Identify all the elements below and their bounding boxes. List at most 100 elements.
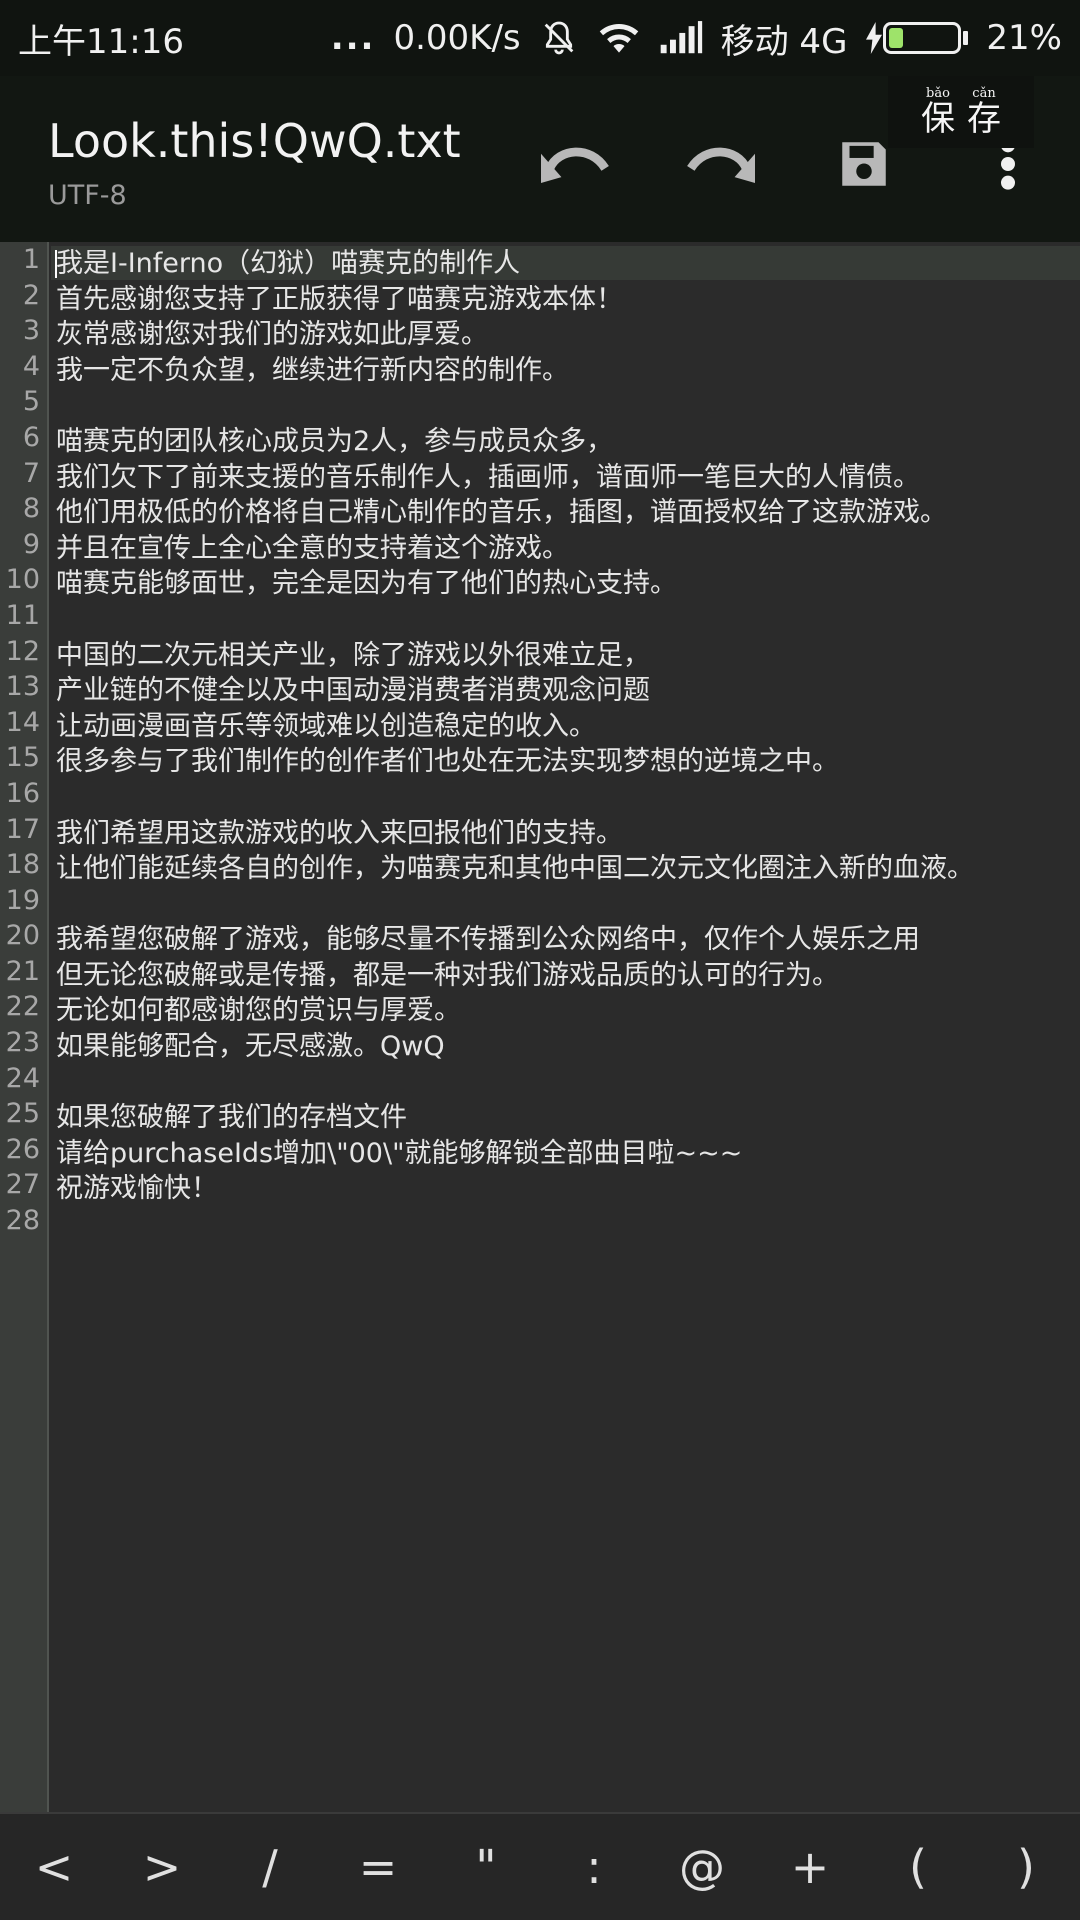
text-caret	[55, 250, 57, 278]
editor-line[interactable]	[56, 388, 1076, 424]
editor-line[interactable]: 喵赛克能够面世，完全是因为有了他们的热心支持。	[56, 566, 1076, 602]
line-number-gutter: 1 2 3 4 5 6 7 8 9 10 11 12 13 14 15 16 17 18 19 20 21 22 23 24 2…	[0, 242, 49, 1812]
battery-fill	[889, 28, 904, 48]
symbol-key[interactable]: =	[324, 1840, 432, 1894]
line-number: 19	[5, 884, 40, 916]
editor-line[interactable]	[56, 780, 1076, 816]
symbol-key[interactable]: (	[864, 1840, 972, 1894]
editor-line[interactable]: 首先感谢您支持了正版获得了喵赛克游戏本体！	[56, 282, 1076, 318]
status-indicators: ... 0.00K/s 移动 4G 21%	[331, 14, 1062, 63]
editor-line[interactable]: 如果能够配合，无尽感激。QwQ	[56, 1029, 1076, 1065]
editor-line[interactable]: 祝游戏愉快！	[56, 1171, 1076, 1207]
line-number: 13	[5, 671, 40, 703]
battery-cap	[963, 31, 969, 45]
line-number: 25	[5, 1098, 40, 1130]
editor-line[interactable]: 我希望您破解了游戏，能够尽量不传播到公众网络中，仅作个人娱乐之用	[56, 922, 1076, 958]
ime-candidate[interactable]: cǎn 存	[967, 87, 1001, 139]
symbol-key[interactable]: @	[648, 1840, 756, 1894]
line-number: 9	[22, 528, 40, 560]
editor-line[interactable]: 中国的二次元相关产业，除了游戏以外很难立足，	[56, 638, 1076, 674]
network-speed: 0.00K/s	[393, 18, 521, 58]
editor-line[interactable]: 请给purchaseIds增加\"00\"就能够解锁全部曲目啦~~~	[56, 1136, 1076, 1172]
editor-line[interactable]	[56, 887, 1076, 923]
symbol-key[interactable]: /	[216, 1840, 324, 1894]
app-bar: Look.this!QwQ.txt UTF-8 bǎo 保 cǎn 存	[0, 76, 1080, 242]
editor-line[interactable]: 并且在宣传上全心全意的支持着这个游戏。	[56, 531, 1076, 567]
ime-character: 存	[967, 99, 1001, 139]
more-notifications-indicator: ...	[330, 18, 376, 58]
status-bar: 上午11:16 ... 0.00K/s 移动 4G 21%	[0, 0, 1080, 76]
charging-icon	[865, 22, 883, 54]
line-number: 28	[5, 1205, 40, 1237]
line-number: 24	[5, 1062, 40, 1094]
undo-icon	[541, 139, 611, 193]
line-number: 27	[5, 1169, 40, 1201]
editor-line[interactable]: 我们欠下了前来支援的音乐制作人，插画师，谱面师一笔巨大的人情债。	[56, 460, 1076, 496]
symbol-key[interactable]: "	[432, 1840, 540, 1894]
line-number: 3	[22, 315, 40, 347]
line-number: 10	[5, 564, 40, 596]
redo-icon	[685, 139, 755, 193]
redo-button[interactable]	[672, 118, 768, 214]
battery-icon	[865, 22, 969, 54]
editor-line[interactable]	[56, 1065, 1076, 1101]
status-time: 上午11:16	[18, 21, 184, 62]
editor-line[interactable]: 我是I-Inferno（幻狱）喵赛克的制作人	[56, 246, 1076, 282]
editor-line[interactable]: 他们用极低的价格将自己精心制作的音乐，插图，谱面授权给了这款游戏。	[56, 495, 1076, 531]
editor-line[interactable]: 无论如何都感谢您的赏识与厚爱。	[56, 993, 1076, 1029]
line-number: 5	[22, 386, 40, 418]
file-title: Look.this!QwQ.txt	[48, 114, 461, 168]
line-number: 20	[5, 920, 40, 952]
line-number: 2	[22, 279, 40, 311]
line-number: 14	[5, 706, 40, 738]
line-number: 21	[5, 955, 40, 987]
battery-percent: 21%	[986, 18, 1062, 58]
line-number: 16	[5, 777, 40, 809]
text-editor[interactable]: 1 2 3 4 5 6 7 8 9 10 11 12 13 14 15 16 17 18 19 20 21 22 23 24 2…	[0, 242, 1080, 1812]
line-number: 23	[5, 1027, 40, 1059]
line-numbers: 1 2 3 4 5 6 7 8 9 10 11 12 13 14 15 16 17 18 19 20 21 22 23 24 2…	[0, 242, 40, 1239]
editor-line[interactable]: 如果您破解了我们的存档文件	[56, 1100, 1076, 1136]
line-number: 8	[22, 493, 40, 525]
file-encoding[interactable]: UTF-8	[48, 180, 127, 211]
line-number: 26	[5, 1133, 40, 1165]
symbol-key[interactable]: )	[972, 1840, 1080, 1894]
line-number: 12	[5, 635, 40, 667]
editor-line[interactable]: 我一定不负众望，继续进行新内容的制作。	[56, 353, 1076, 389]
editor-line[interactable]: 让动画漫画音乐等领域难以创造稳定的收入。	[56, 709, 1076, 745]
save-icon	[835, 135, 893, 197]
line-number: 6	[22, 421, 40, 453]
signal-icon	[659, 21, 703, 55]
line-number: 11	[5, 599, 40, 631]
editor-line[interactable]	[56, 602, 1076, 638]
ime-candidate[interactable]: bǎo 保	[921, 87, 955, 139]
editor-text-area[interactable]: 我是I-Inferno（幻狱）喵赛克的制作人 首先感谢您支持了正版获得了喵赛克游戏…	[56, 246, 1076, 1243]
editor-line[interactable]: 喵赛克的团队核心成员为2人，参与成员众多，	[56, 424, 1076, 460]
symbol-key[interactable]: :	[540, 1840, 648, 1894]
symbol-key[interactable]: +	[756, 1840, 864, 1894]
ime-character: 保	[921, 99, 955, 139]
editor-line[interactable]: 让他们能延续各自的创作，为喵赛克和其他中国二次元文化圈注入新的血液。	[56, 851, 1076, 887]
line-number: 4	[22, 350, 40, 382]
editor-line[interactable]	[56, 1207, 1076, 1243]
undo-button[interactable]	[528, 118, 624, 214]
editor-line[interactable]: 产业链的不健全以及中国动漫消费者消费观念问题	[56, 673, 1076, 709]
line-number: 1	[22, 244, 40, 275]
symbol-key[interactable]: <	[0, 1840, 108, 1894]
editor-line[interactable]: 我们希望用这款游戏的收入来回报他们的支持。	[56, 816, 1076, 852]
line-number: 15	[5, 742, 40, 774]
battery-level	[883, 22, 962, 54]
line-number: 22	[5, 991, 40, 1023]
line-number: 7	[22, 457, 40, 489]
line-number: 17	[5, 813, 40, 845]
bell-off-icon	[539, 18, 579, 58]
symbol-shortcut-bar: < > / = ": @ +()	[0, 1812, 1080, 1920]
carrier-label: 移动 4G	[720, 21, 848, 62]
ime-candidate-popup[interactable]: bǎo 保 cǎn 存	[888, 76, 1034, 148]
wifi-icon	[597, 19, 641, 57]
editor-line[interactable]: 灰常感谢您对我们的游戏如此厚爱。	[56, 317, 1076, 353]
editor-line[interactable]: 但无论您破解或是传播，都是一种对我们游戏品质的认可的行为。	[56, 958, 1076, 994]
line-number: 18	[5, 849, 40, 881]
editor-line[interactable]: 很多参与了我们制作的创作者们也处在无法实现梦想的逆境之中。	[56, 744, 1076, 780]
symbol-key[interactable]: >	[108, 1840, 216, 1894]
